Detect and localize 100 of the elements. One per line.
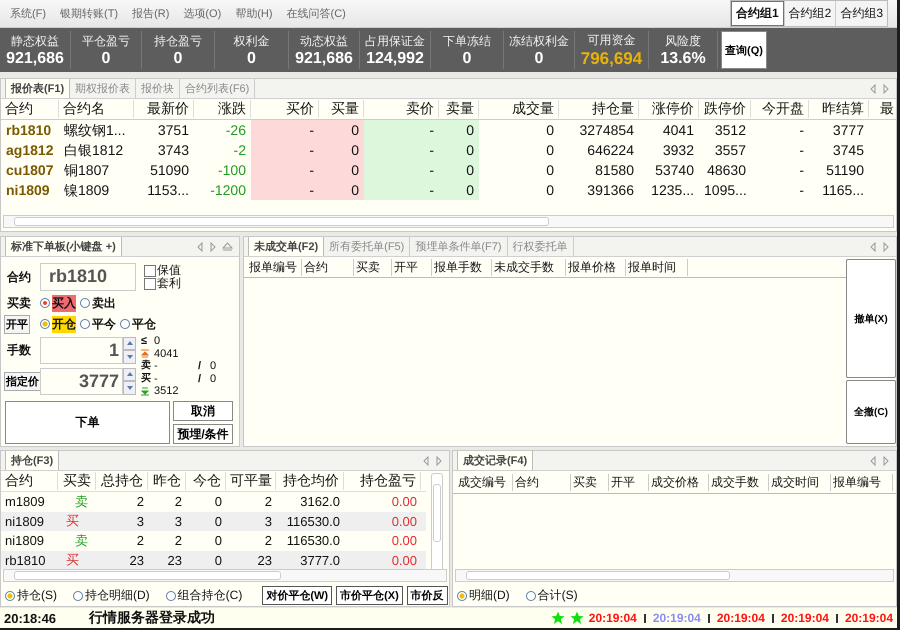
quantity-field[interactable]: 1 xyxy=(40,336,123,364)
radio-option[interactable]: 持仓明细(D) xyxy=(73,587,150,604)
order-action-button[interactable]: 撤单(X) xyxy=(846,259,896,378)
checkbox[interactable]: 套利 xyxy=(144,277,236,290)
column-header[interactable]: 最 xyxy=(869,100,896,118)
spin-down-button[interactable] xyxy=(123,350,136,364)
contract-group-tab[interactable]: 合约组3 xyxy=(835,1,887,26)
preset-button[interactable]: 预埋/条件 xyxy=(173,424,233,444)
column-header[interactable]: 跌停价 xyxy=(699,100,751,118)
column-header[interactable]: 买量 xyxy=(319,100,364,118)
column-header[interactable]: 报单编号 xyxy=(831,474,893,490)
menu-item[interactable]: 报告(R) xyxy=(126,4,176,23)
cancel-button[interactable]: 取消 xyxy=(173,401,233,421)
column-header[interactable]: 卖价 xyxy=(364,100,439,118)
scroll-left-icon[interactable] xyxy=(869,242,877,252)
menu-item[interactable]: 在线问答(C) xyxy=(280,4,352,23)
tab[interactable]: 标准下单板(小键盘 +) xyxy=(5,237,122,256)
column-header[interactable]: 买价 xyxy=(251,100,319,118)
spin-up-button[interactable] xyxy=(123,368,136,381)
scroll-left-icon[interactable] xyxy=(869,456,877,466)
tab[interactable]: 报价表(F1) xyxy=(5,79,70,98)
contract-group-tab[interactable]: 合约组2 xyxy=(784,1,836,26)
close-position-button[interactable]: 市价平仓(X) xyxy=(336,586,403,605)
column-header[interactable]: 最新价 xyxy=(134,100,194,118)
query-button[interactable]: 查询(Q) xyxy=(721,31,767,69)
submit-order-button[interactable]: 下单 xyxy=(5,401,170,444)
menu-item[interactable]: 银期转账(T) xyxy=(54,4,124,23)
column-header[interactable]: 持仓均价 xyxy=(276,472,344,490)
column-header[interactable]: 报单手数 xyxy=(432,258,492,276)
menu-item[interactable]: 帮助(H) xyxy=(229,4,279,23)
checkbox[interactable]: 保值 xyxy=(144,264,236,277)
column-header[interactable]: 可平量 xyxy=(226,472,276,490)
table-cell-text: rb1810 xyxy=(5,121,52,140)
close-position-button[interactable]: 对价平仓(W) xyxy=(262,586,332,605)
order-action-button[interactable]: 全撤(C) xyxy=(846,380,896,444)
radio-option[interactable]: 平今 xyxy=(80,316,116,332)
spin-up-button[interactable] xyxy=(123,336,136,350)
column-header[interactable]: 合约名 xyxy=(59,100,134,118)
column-header[interactable]: 开平 xyxy=(392,258,432,276)
menu-item[interactable]: 系统(F) xyxy=(4,4,52,23)
scroll-right-icon[interactable] xyxy=(435,456,443,466)
table-cell-text: -2 xyxy=(232,141,247,160)
column-header[interactable]: 买卖 xyxy=(571,474,609,490)
column-header[interactable]: 报单编号 xyxy=(247,258,302,276)
price-type-button[interactable]: 指定价 xyxy=(4,372,41,390)
column-header[interactable]: 报单价格 xyxy=(566,258,626,276)
column-header[interactable]: 成交价格 xyxy=(649,474,709,490)
column-header[interactable]: 成交编号 xyxy=(456,474,513,490)
column-header[interactable]: 成交量 xyxy=(479,100,559,118)
contract-field[interactable]: rb1810 xyxy=(40,263,136,291)
spin-down-button[interactable] xyxy=(123,381,136,394)
scroll-right-icon[interactable] xyxy=(209,242,217,252)
column-header[interactable]: 卖量 xyxy=(439,100,479,118)
close-position-button[interactable]: 市价反 xyxy=(406,586,448,605)
table-cell-text: 1095... xyxy=(703,181,748,200)
tab[interactable]: 未成交单(F2) xyxy=(248,237,324,256)
scroll-left-icon[interactable] xyxy=(869,84,877,94)
column-header[interactable]: 总持仓 xyxy=(96,472,148,490)
column-header[interactable]: 合约 xyxy=(513,474,571,490)
radio-option[interactable]: 明细(D) xyxy=(457,587,510,604)
column-header[interactable]: 买卖 xyxy=(58,472,96,490)
horizontal-scrollbar[interactable] xyxy=(3,569,447,582)
menu-item[interactable]: 选项(O) xyxy=(177,4,228,23)
column-header[interactable]: 报单时间 xyxy=(626,258,688,276)
column-header[interactable]: 成交手数 xyxy=(709,474,769,490)
tab[interactable]: 持仓(F3) xyxy=(5,451,60,470)
column-header[interactable]: 开平 xyxy=(609,474,649,490)
column-header[interactable]: 今开盘 xyxy=(751,100,809,118)
scroll-left-icon[interactable] xyxy=(422,456,430,466)
contract-group-tab[interactable]: 合约组1 xyxy=(730,1,784,26)
column-header[interactable]: 昨仓 xyxy=(148,472,186,490)
scroll-right-icon[interactable] xyxy=(882,242,890,252)
scroll-right-icon[interactable] xyxy=(882,456,890,466)
offset-button[interactable]: 开平 xyxy=(4,314,30,334)
radio-option[interactable]: 合计(S) xyxy=(526,587,578,604)
column-header[interactable]: 涨跌 xyxy=(194,100,251,118)
scroll-left-icon[interactable] xyxy=(196,242,204,252)
horizontal-scrollbar[interactable] xyxy=(3,215,894,228)
tab[interactable]: 成交记录(F4) xyxy=(457,451,534,470)
column-header[interactable]: 涨停价 xyxy=(639,100,699,118)
column-header[interactable]: 成交时间 xyxy=(769,474,831,490)
radio-option[interactable]: 卖出 xyxy=(80,294,116,312)
price-field[interactable]: 3777 xyxy=(40,368,123,394)
column-header[interactable]: 未成交手数 xyxy=(492,258,566,276)
column-header[interactable]: 合约 xyxy=(1,472,58,490)
radio-option[interactable]: 平仓 xyxy=(120,316,156,332)
vertical-scrollbar[interactable] xyxy=(431,473,443,569)
column-header[interactable]: 买卖 xyxy=(354,258,392,276)
column-header[interactable]: 持仓盈亏 xyxy=(344,472,421,490)
scroll-right-icon[interactable] xyxy=(882,84,890,94)
radio-option[interactable]: 组合持仓(C) xyxy=(166,587,242,604)
radio-option[interactable]: 持仓(S) xyxy=(5,587,57,604)
collapse-icon[interactable] xyxy=(222,242,233,251)
column-header[interactable]: 合约 xyxy=(1,100,59,118)
table-cell-text: 买 xyxy=(65,551,80,569)
column-header[interactable]: 持仓量 xyxy=(559,100,639,118)
horizontal-scrollbar[interactable] xyxy=(455,569,894,582)
column-header[interactable]: 昨结算 xyxy=(809,100,869,118)
column-header[interactable]: 合约 xyxy=(302,258,354,276)
column-header[interactable]: 今仓 xyxy=(186,472,226,490)
